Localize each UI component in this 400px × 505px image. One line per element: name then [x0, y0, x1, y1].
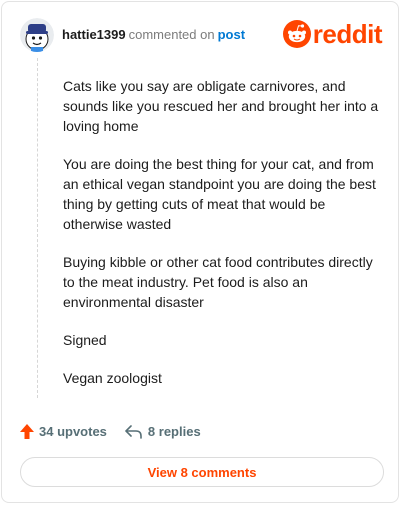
- upvote-button[interactable]: 34 upvotes: [20, 424, 107, 439]
- reply-count: 8 replies: [147, 424, 201, 439]
- comment-paragraph: Signed: [63, 332, 107, 348]
- avatar[interactable]: [20, 18, 54, 52]
- upvote-arrow-icon: [20, 424, 34, 439]
- comment-header: hattie1399 commented on post: [20, 18, 245, 52]
- comment-meta: hattie1399 commented on post: [62, 27, 245, 43]
- reddit-wordmark: reddit: [312, 19, 383, 49]
- comment-paragraph: Vegan zoologist: [63, 370, 162, 386]
- reddit-snoo-icon: [282, 20, 311, 48]
- upvote-count: 34 upvotes: [39, 424, 107, 439]
- comment-paragraph: Buying kibble or other cat food contribu…: [63, 254, 373, 310]
- reddit-logo[interactable]: reddit: [282, 19, 383, 49]
- username[interactable]: hattie1399: [62, 27, 126, 42]
- comment-paragraph: Cats like you say are obligate carnivore…: [63, 78, 379, 134]
- post-link[interactable]: post: [218, 27, 245, 42]
- comment-body: Cats like you say are obligate carnivore…: [63, 76, 385, 406]
- comment-card: hattie1399 commented on post reddit Cats l…: [1, 1, 399, 503]
- view-comments-button[interactable]: View 8 comments: [20, 457, 384, 487]
- comment-actions: 34 upvotes 8 replies: [20, 424, 201, 439]
- thread-line: [37, 58, 38, 398]
- commented-on-text: commented on: [128, 27, 215, 42]
- comment-paragraph: You are doing the best thing for your ca…: [63, 156, 376, 232]
- replies-button[interactable]: 8 replies: [125, 424, 201, 439]
- reply-arrow-icon: [125, 424, 142, 439]
